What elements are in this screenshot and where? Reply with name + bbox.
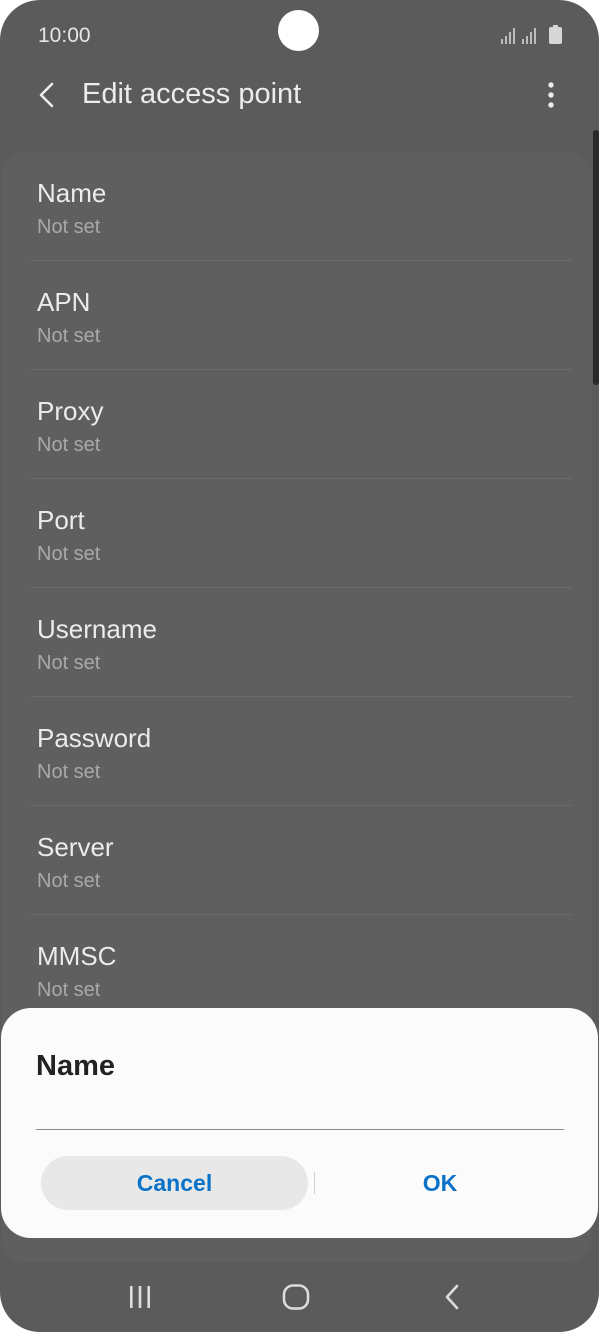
nav-back-button[interactable] — [432, 1280, 472, 1314]
front-camera-cutout — [278, 10, 319, 51]
more-options-icon — [548, 82, 554, 108]
field-value: Not set — [37, 761, 101, 783]
field-value: Not set — [37, 216, 101, 238]
field-row-password[interactable]: Password Not set — [30, 697, 572, 806]
field-label: Proxy — [37, 396, 104, 426]
field-value: Not set — [37, 434, 101, 456]
field-label: Password — [37, 723, 152, 753]
field-label: Server — [37, 832, 114, 862]
field-label: APN — [37, 287, 91, 317]
signal-icon — [522, 28, 536, 44]
field-value: Not set — [37, 979, 101, 1001]
app-bar: Edit access point — [0, 70, 599, 130]
signal-icon — [501, 28, 515, 44]
navigation-bar — [0, 1262, 599, 1332]
ok-button[interactable]: OK — [321, 1156, 559, 1210]
phone-screen: 10:00 Edit access point Name Not set APN… — [0, 0, 599, 1332]
field-label: Port — [37, 505, 85, 535]
field-label: Username — [37, 614, 157, 644]
page-title: Edit access point — [82, 78, 302, 110]
back-button[interactable] — [30, 78, 64, 112]
name-dialog: Name Cancel OK — [1, 1008, 598, 1238]
name-input[interactable] — [36, 1094, 564, 1130]
cancel-button[interactable]: Cancel — [41, 1156, 308, 1210]
home-icon — [282, 1284, 310, 1310]
status-time: 10:00 — [38, 24, 91, 47]
home-button[interactable] — [276, 1280, 316, 1314]
field-row-proxy[interactable]: Proxy Not set — [30, 370, 572, 479]
field-value: Not set — [37, 652, 101, 674]
field-label: MMSC — [37, 941, 117, 971]
back-icon — [445, 1284, 459, 1310]
field-row-name[interactable]: Name Not set — [30, 152, 572, 261]
field-row-server[interactable]: Server Not set — [30, 806, 572, 915]
battery-icon — [549, 25, 562, 44]
field-value: Not set — [37, 870, 101, 892]
button-divider — [314, 1172, 315, 1194]
field-row-username[interactable]: Username Not set — [30, 588, 572, 697]
recent-apps-icon — [130, 1286, 150, 1308]
back-arrow-icon — [39, 82, 54, 108]
field-value: Not set — [37, 325, 101, 347]
field-label: Name — [37, 178, 107, 208]
dialog-title: Name — [36, 1050, 115, 1082]
field-row-apn[interactable]: APN Not set — [30, 261, 572, 370]
field-row-port[interactable]: Port Not set — [30, 479, 572, 588]
scrollbar[interactable] — [593, 130, 599, 385]
field-value: Not set — [37, 543, 101, 565]
status-bar: 10:00 — [0, 0, 599, 70]
recent-apps-button[interactable] — [120, 1280, 160, 1314]
more-options-button[interactable] — [536, 78, 566, 112]
